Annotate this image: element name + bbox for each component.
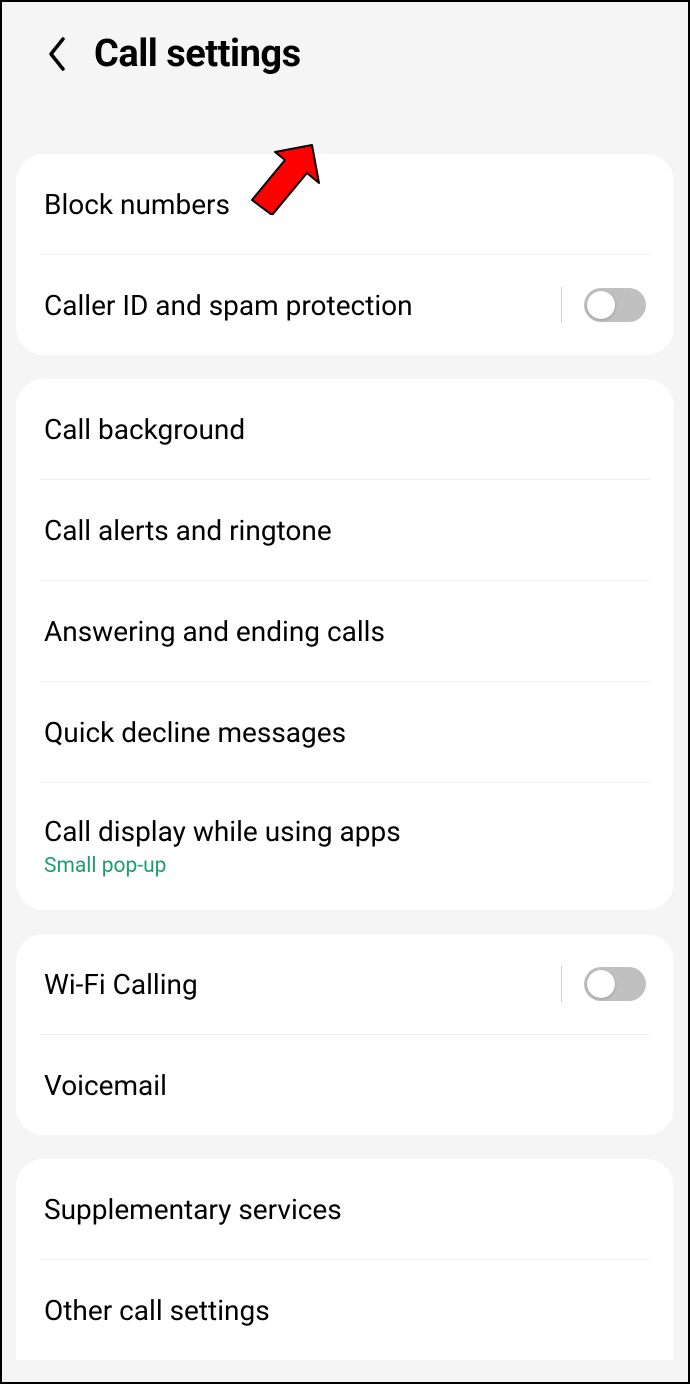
quick-decline-label: Quick decline messages xyxy=(44,716,346,749)
call-background-label: Call background xyxy=(44,413,245,446)
wifi-calling-label: Wi-Fi Calling xyxy=(44,968,198,1001)
other-settings-label: Other call settings xyxy=(44,1294,270,1327)
item-caller-id[interactable]: Caller ID and spam protection xyxy=(16,255,674,355)
call-alerts-label: Call alerts and ringtone xyxy=(44,514,332,547)
item-call-background[interactable]: Call background xyxy=(16,379,674,479)
section-wifi: Wi-Fi Calling Voicemail xyxy=(16,934,674,1135)
item-answering[interactable]: Answering and ending calls xyxy=(16,581,674,681)
page-title: Call settings xyxy=(94,32,301,76)
block-numbers-label: Block numbers xyxy=(44,188,230,221)
item-block-numbers[interactable]: Block numbers xyxy=(16,154,674,254)
page-header: Call settings xyxy=(2,2,688,106)
section-calls: Call background Call alerts and ringtone… xyxy=(16,379,674,910)
item-voicemail[interactable]: Voicemail xyxy=(16,1035,674,1135)
item-wifi-calling[interactable]: Wi-Fi Calling xyxy=(16,934,674,1034)
toggle-knob xyxy=(587,970,615,998)
item-display-apps[interactable]: Call display while using apps Small pop-… xyxy=(16,783,674,910)
item-supplementary[interactable]: Supplementary services xyxy=(16,1159,674,1259)
caller-id-label: Caller ID and spam protection xyxy=(44,289,413,322)
display-apps-subtext: Small pop-up xyxy=(44,854,401,878)
section-block: Block numbers Caller ID and spam protect… xyxy=(16,154,674,355)
toggle-knob xyxy=(587,291,615,319)
answering-label: Answering and ending calls xyxy=(44,615,385,648)
caller-id-toggle[interactable] xyxy=(584,288,646,322)
wifi-calling-toggle[interactable] xyxy=(584,967,646,1001)
display-apps-label: Call display while using apps xyxy=(44,815,401,848)
item-quick-decline[interactable]: Quick decline messages xyxy=(16,682,674,782)
section-other: Supplementary services Other call settin… xyxy=(16,1159,674,1360)
toggle-divider xyxy=(561,287,562,323)
wifi-toggle-wrap xyxy=(561,966,646,1002)
item-call-alerts[interactable]: Call alerts and ringtone xyxy=(16,480,674,580)
toggle-divider xyxy=(561,966,562,1002)
back-icon[interactable] xyxy=(42,39,72,69)
caller-id-toggle-wrap xyxy=(561,287,646,323)
supplementary-label: Supplementary services xyxy=(44,1193,342,1226)
item-other-settings[interactable]: Other call settings xyxy=(16,1260,674,1360)
voicemail-label: Voicemail xyxy=(44,1069,167,1102)
